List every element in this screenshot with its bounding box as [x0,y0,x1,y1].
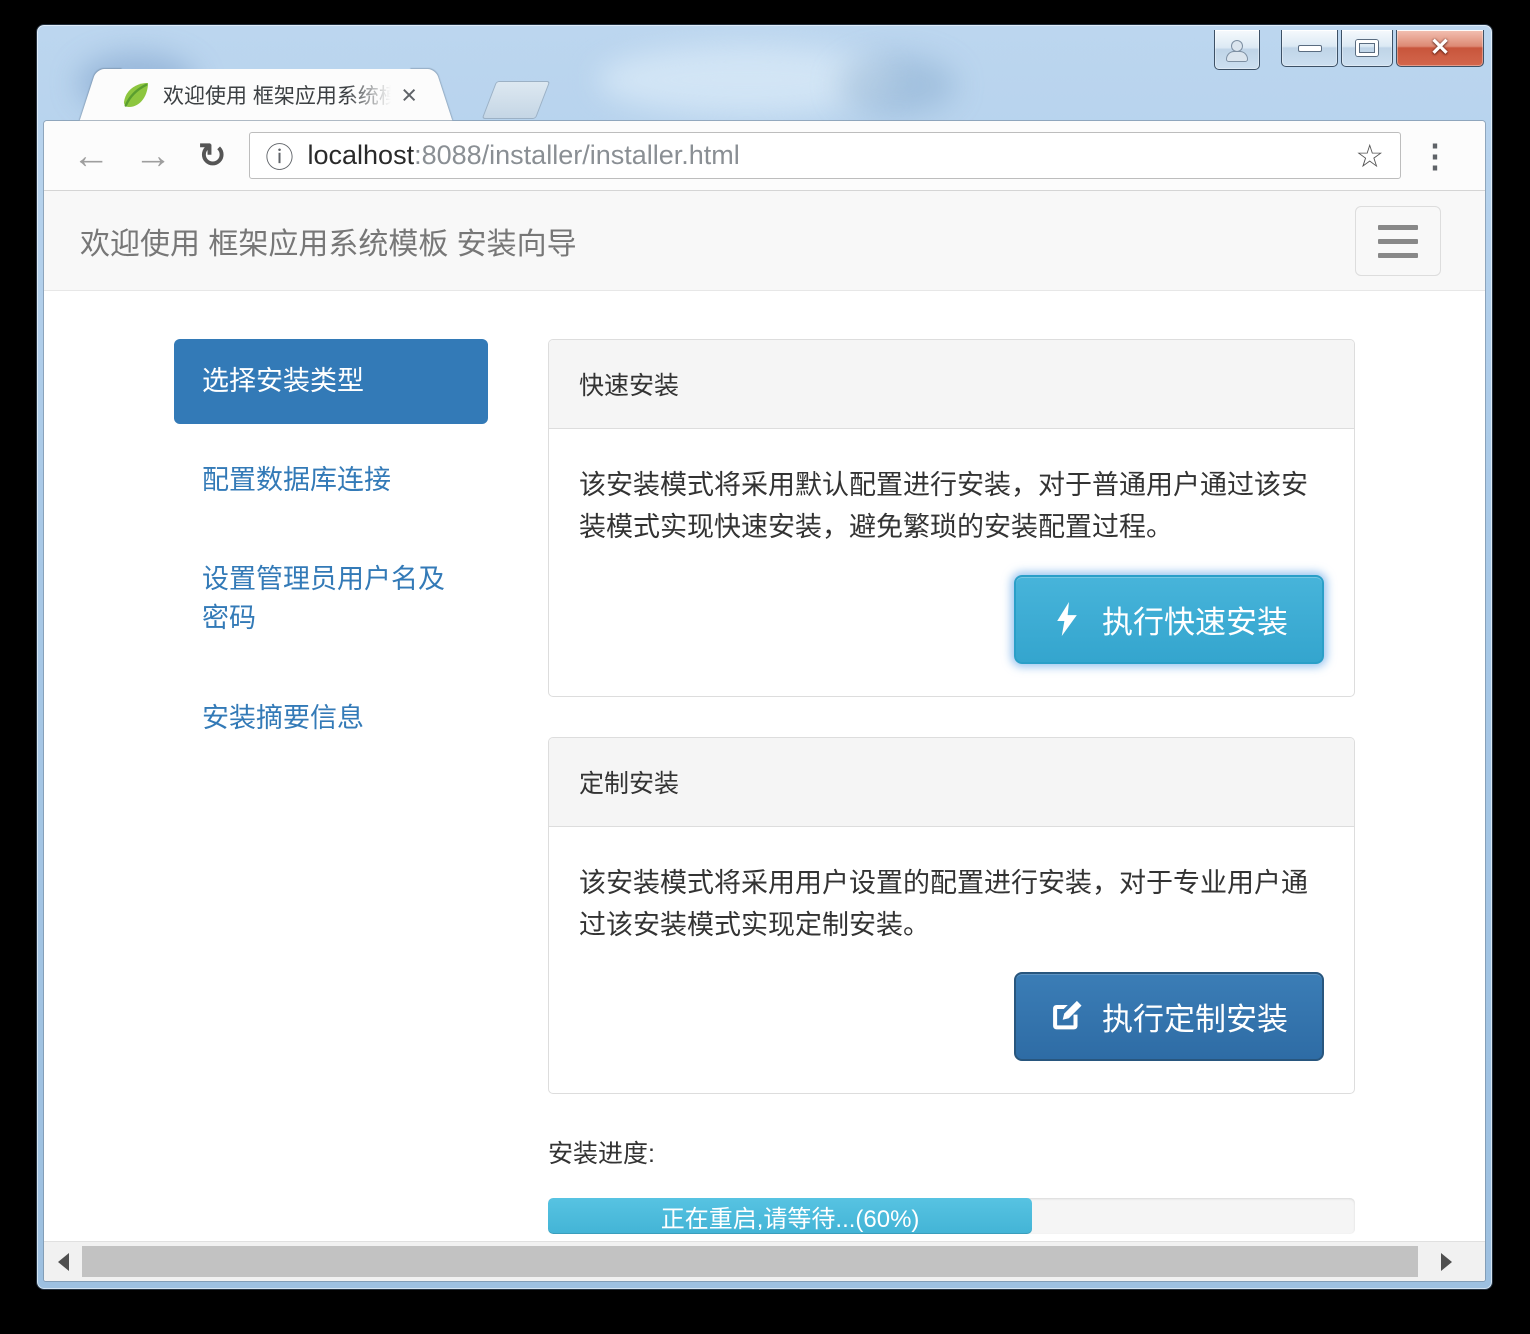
progress-label: 安装进度: [548,1134,1355,1170]
profile-button[interactable] [1214,30,1260,70]
spring-leaf-favicon-icon [121,80,151,110]
sidebar-item-install-summary[interactable]: 安装摘要信息 [174,676,488,761]
browser-window: ✕ 欢迎使用 框架应用系统模板 × ← → ↻ ⓘ localhost:8088… [36,24,1493,1290]
custom-install-button[interactable]: 执行定制安装 [1014,972,1324,1061]
tab-close-icon[interactable]: × [401,82,417,109]
wizard-steps-sidebar: 选择安装类型 配置数据库连接 设置管理员用户名及密码 安装摘要信息 [174,339,488,1234]
triangle-left-icon [58,1253,69,1271]
hamburger-icon [1378,225,1418,230]
bookmark-star-icon[interactable]: ☆ [1355,137,1384,175]
navbar-toggle-button[interactable] [1355,206,1441,276]
back-button[interactable]: ← [60,137,122,175]
scroll-right-arrow[interactable] [1429,1242,1463,1281]
page-title: 欢迎使用 框架应用系统模板 安装向导 [80,219,577,263]
site-navbar: 欢迎使用 框架应用系统模板 安装向导 [44,191,1485,291]
scrollbar-thumb[interactable] [82,1246,1418,1277]
horizontal-scrollbar[interactable] [44,1241,1485,1281]
lightning-icon [1050,602,1084,636]
page-body: 选择安装类型 配置数据库连接 设置管理员用户名及密码 安装摘要信息 快速安装 该… [44,291,1485,1234]
triangle-right-icon [1441,1253,1452,1271]
chrome-menu-icon[interactable]: ⋮ [1401,137,1469,175]
maximize-button[interactable] [1341,30,1393,67]
panel-title: 快速安装 [549,340,1354,429]
minimize-icon [1299,46,1321,51]
progress-status-text: 正在重启,请等待...(60%) [661,1199,920,1234]
tab-title: 欢迎使用 框架应用系统模板 [163,80,391,110]
progress-fill: 正在重启,请等待...(60%) [548,1198,1032,1234]
titlebar-glass-decoration [837,55,957,115]
panel-description: 该安装模式将采用默认配置进行安装，对于普通用户通过该安装模式实现快速安装，避免繁… [549,429,1354,549]
quick-install-panel: 快速安装 该安装模式将采用默认配置进行安装，对于普通用户通过该安装模式实现快速安… [548,339,1355,697]
person-icon [1227,41,1247,59]
custom-install-button-label: 执行定制安装 [1102,994,1288,1039]
url-text: localhost:8088/installer/installer.html [308,140,1344,171]
close-window-button[interactable]: ✕ [1396,30,1484,67]
panel-description: 该安装模式将采用用户设置的配置进行安装，对于专业用户通过该安装模式实现定制安装。 [549,827,1354,947]
scroll-left-arrow[interactable] [46,1242,80,1281]
maximize-icon [1356,40,1378,56]
url-host: localhost [308,140,415,170]
sidebar-item-admin-account[interactable]: 设置管理员用户名及密码 [174,537,488,661]
minimize-button[interactable] [1281,30,1338,67]
url-path: :8088/installer/installer.html [414,140,740,170]
close-icon: ✕ [1430,36,1450,60]
sidebar-item-database-config[interactable]: 配置数据库连接 [174,438,488,523]
new-tab-button[interactable] [482,81,551,119]
page-info-icon[interactable]: ⓘ [266,136,294,176]
quick-install-button-label: 执行快速安装 [1102,597,1288,642]
browser-toolbar: ← → ↻ ⓘ localhost:8088/installer/install… [44,121,1485,191]
edit-icon [1050,1000,1084,1034]
address-bar[interactable]: ⓘ localhost:8088/installer/installer.htm… [249,132,1402,179]
panel-title: 定制安装 [549,738,1354,827]
browser-tab[interactable]: 欢迎使用 框架应用系统模板 × [101,69,431,121]
window-controls: ✕ [1281,30,1484,67]
reload-button[interactable]: ↻ [184,139,241,173]
progress-bar: 正在重启,请等待...(60%) [548,1198,1355,1234]
web-page: 欢迎使用 框架应用系统模板 安装向导 选择安装类型 配置数据库连接 设置管理员用… [44,191,1485,1241]
titlebar[interactable]: ✕ 欢迎使用 框架应用系统模板 × [37,25,1492,121]
browser-chrome: ← → ↻ ⓘ localhost:8088/installer/install… [44,121,1485,1281]
quick-install-button[interactable]: 执行快速安装 [1014,575,1324,664]
sidebar-item-install-type[interactable]: 选择安装类型 [174,339,488,424]
forward-button[interactable]: → [122,137,184,175]
custom-install-panel: 定制安装 该安装模式将采用用户设置的配置进行安装，对于专业用户通过该安装模式实现… [548,737,1355,1095]
main-content: 快速安装 该安装模式将采用默认配置进行安装，对于普通用户通过该安装模式实现快速安… [548,339,1355,1234]
